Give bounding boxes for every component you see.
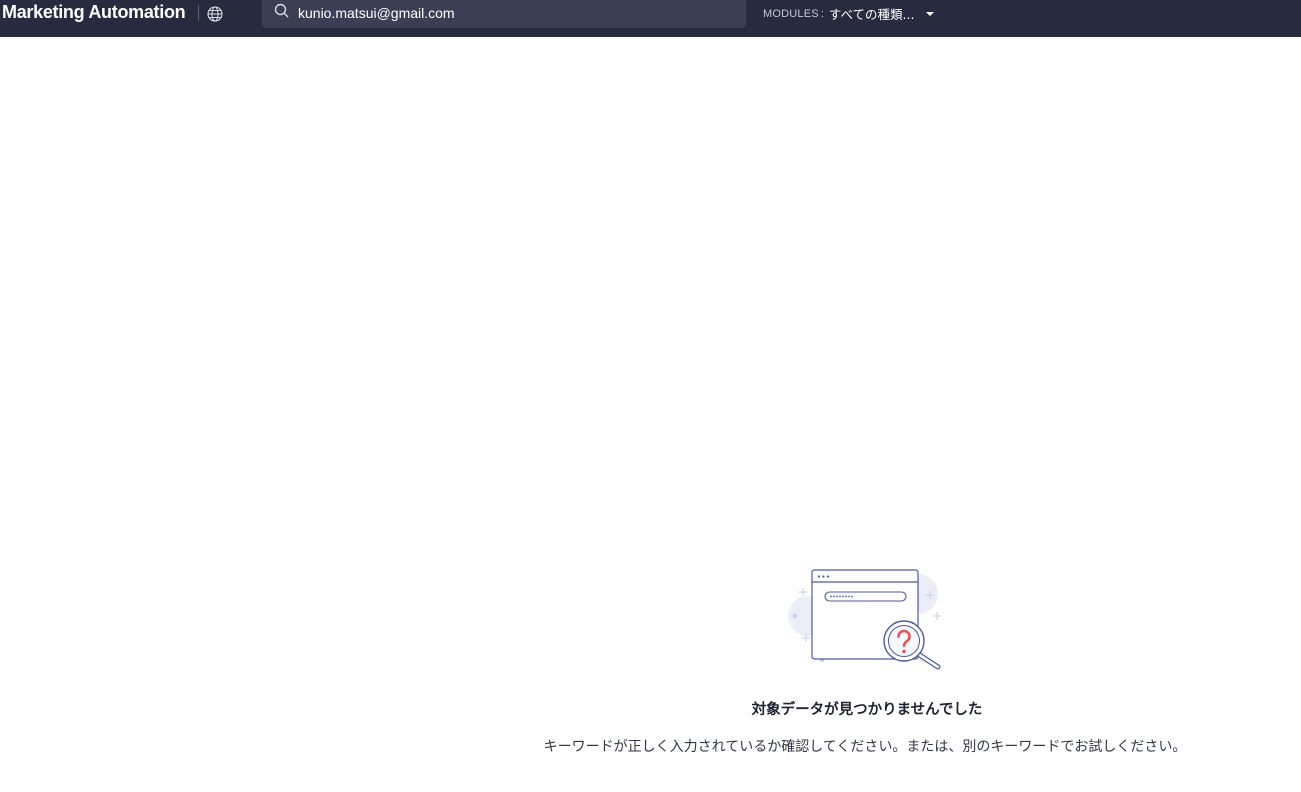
header-divider [198,5,199,21]
modules-label: MODULES [763,7,819,20]
search-icon [274,3,290,19]
modules-selected-value: すべての種類... [828,7,915,22]
app-title[interactable]: Marketing Automation [2,0,186,27]
modules-filter-dropdown[interactable]: MODULES : すべての種類... [763,0,935,27]
no-results-illustration [786,566,946,672]
search-input[interactable] [298,0,728,25]
globe-icon[interactable] [206,5,224,23]
caret-down-icon [926,11,935,16]
empty-state-title: 対象データが見つかりませんでした [751,702,983,718]
global-search-bar[interactable] [262,0,746,28]
modules-separator: : [820,7,824,20]
top-header-bar: Marketing Automation MODULES : すべての種類... [0,0,1301,37]
empty-state-description: キーワードが正しく入力されているか確認してください。または、別のキーワードでお試… [543,739,1187,755]
